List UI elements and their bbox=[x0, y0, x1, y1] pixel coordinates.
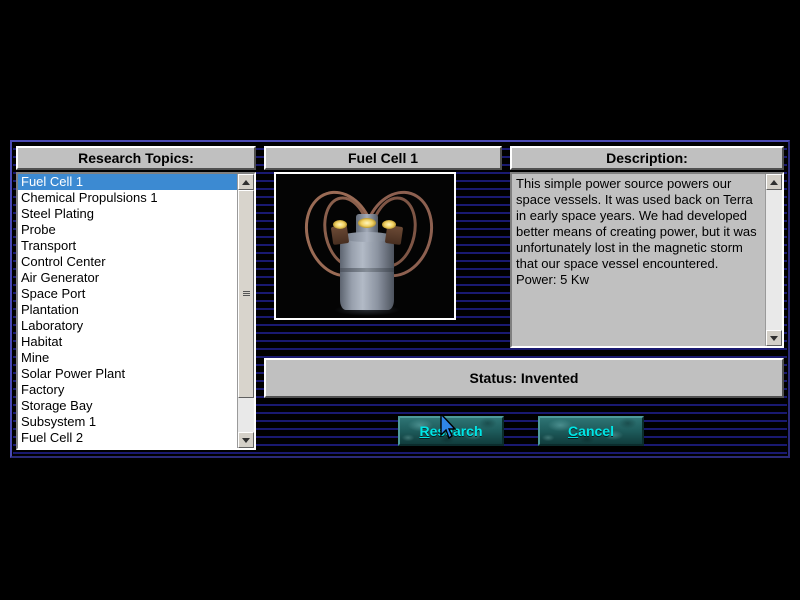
topics-scrollbar[interactable] bbox=[237, 174, 254, 448]
description-scroll-up-button[interactable] bbox=[766, 174, 782, 190]
topics-scroll-thumb[interactable] bbox=[238, 190, 254, 398]
research-topics-listbox[interactable]: Fuel Cell 1 Chemical Propulsions 1 Steel P… bbox=[16, 172, 256, 450]
research-button-accel: R bbox=[419, 423, 430, 439]
topics-list-item[interactable]: Solar Power Plant bbox=[18, 366, 237, 382]
research-button[interactable]: Research bbox=[398, 416, 504, 446]
topics-list-item[interactable]: Factory bbox=[18, 382, 237, 398]
research-button-label: esearch bbox=[429, 423, 483, 439]
cancel-button-label: ancel bbox=[578, 423, 614, 439]
topics-scroll-track[interactable] bbox=[238, 190, 254, 432]
chevron-down-icon bbox=[242, 437, 250, 443]
cancel-button[interactable]: Cancel bbox=[538, 416, 644, 446]
description-scroll-down-button[interactable] bbox=[766, 330, 782, 346]
topics-list-item[interactable]: Control Center bbox=[18, 254, 237, 270]
game-screen: Research Topics: Fuel Cell 1 Chemical Pro… bbox=[0, 0, 800, 600]
topics-list-item[interactable]: Subsystem 1 bbox=[18, 414, 237, 430]
grip-icon bbox=[242, 291, 250, 297]
description-scrollbar[interactable] bbox=[765, 174, 782, 346]
topics-list-item[interactable]: Chemical Propulsions 1 bbox=[18, 190, 237, 206]
topics-list-item[interactable]: Fuel Cell 2 bbox=[18, 430, 237, 446]
description-text: This simple power source powers our spac… bbox=[516, 176, 757, 287]
chevron-up-icon bbox=[242, 179, 250, 185]
topics-list-item[interactable]: Air Generator bbox=[18, 270, 237, 286]
cancel-button-accel: C bbox=[568, 423, 579, 439]
topics-list-item[interactable]: Transport bbox=[18, 238, 237, 254]
topics-list-item[interactable]: Laboratory bbox=[18, 318, 237, 334]
topics-scroll-down-button[interactable] bbox=[238, 432, 254, 448]
topics-list-item[interactable]: Space Port bbox=[18, 286, 237, 302]
topics-list-item[interactable]: Mine bbox=[18, 350, 237, 366]
chevron-down-icon bbox=[770, 335, 778, 341]
research-topics-list[interactable]: Fuel Cell 1 Chemical Propulsions 1 Steel P… bbox=[18, 174, 237, 448]
topics-list-item[interactable]: Habitat bbox=[18, 334, 237, 350]
fuel-cell-render-icon bbox=[276, 174, 454, 318]
status-bar: Status: Invented bbox=[264, 358, 784, 398]
description-box[interactable]: This simple power source powers our spac… bbox=[510, 172, 784, 348]
research-topics-header: Research Topics: bbox=[16, 146, 256, 170]
topics-list-item[interactable]: Steel Plating bbox=[18, 206, 237, 222]
topics-list-item[interactable]: Plantation bbox=[18, 302, 237, 318]
topics-scroll-up-button[interactable] bbox=[238, 174, 254, 190]
topics-list-item[interactable]: Storage Bay bbox=[18, 398, 237, 414]
item-preview-frame bbox=[274, 172, 456, 320]
research-dialog: Research Topics: Fuel Cell 1 Chemical Pro… bbox=[10, 140, 790, 458]
description-header: Description: bbox=[510, 146, 784, 170]
topics-list-item[interactable]: Fuel Cell 1 bbox=[18, 174, 237, 190]
chevron-up-icon bbox=[770, 179, 778, 185]
topics-list-item[interactable]: Probe bbox=[18, 222, 237, 238]
selected-item-header: Fuel Cell 1 bbox=[264, 146, 502, 170]
description-scroll-track[interactable] bbox=[766, 190, 782, 330]
